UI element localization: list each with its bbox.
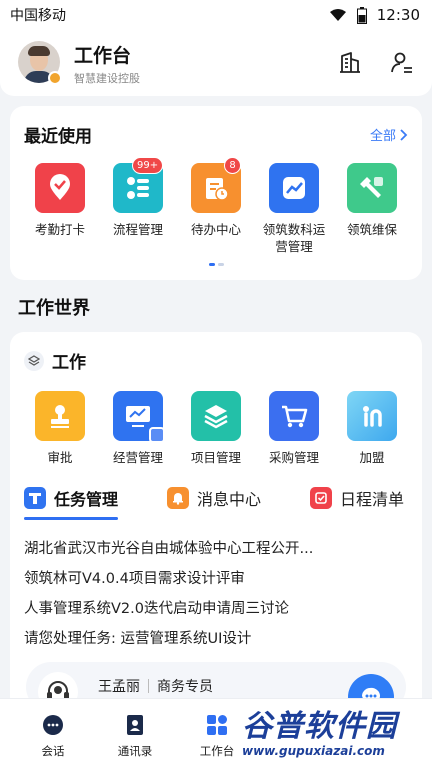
header: 工作台 智慧建设控股 bbox=[0, 30, 432, 96]
app-label: 审批 bbox=[47, 450, 73, 465]
app-label: 流程管理 bbox=[112, 222, 163, 237]
layers-small-icon bbox=[24, 350, 44, 371]
user-settings-icon[interactable] bbox=[390, 51, 414, 75]
monitor-chart-icon bbox=[113, 391, 165, 443]
app-label: 加盟 bbox=[359, 450, 385, 465]
app-operations[interactable]: 领筑数科运营管理 bbox=[258, 163, 330, 255]
wrench-icon bbox=[347, 163, 397, 213]
task-item[interactable]: 请您处理任务: 运营管理系统UI设计 bbox=[24, 624, 408, 654]
tab-label: 消息中心 bbox=[196, 490, 261, 509]
org-name: 智慧建设控股 bbox=[74, 71, 140, 85]
clock: 12:30 bbox=[376, 6, 420, 24]
org-badge-icon bbox=[48, 71, 62, 85]
nav-label: 工作台 bbox=[199, 744, 235, 758]
task-item[interactable]: 领筑林可V4.0.4项目需求设计评审 bbox=[24, 564, 408, 594]
tab-tasks[interactable]: 任务管理 bbox=[24, 486, 119, 520]
carrier-label: 中国移动 bbox=[10, 8, 66, 24]
task-item[interactable]: 湖北省武汉市光谷自由城体验中心工程公开... bbox=[24, 534, 408, 564]
app-todo[interactable]: 8 待办中心 bbox=[180, 157, 252, 255]
recent-title: 最近使用 bbox=[24, 127, 92, 147]
page-indicator bbox=[24, 263, 408, 266]
tab-label: 日程清单 bbox=[339, 490, 404, 509]
app-label: 项目管理 bbox=[190, 450, 241, 465]
recent-apps-card: 最近使用 全部 考勤打卡 99+ 流程管理 8 待办中心 领筑数科运营管理 领筑… bbox=[10, 106, 422, 280]
section-title: 工作世界 bbox=[18, 298, 90, 319]
tab-label: 任务管理 bbox=[54, 490, 119, 509]
group-mini-icon bbox=[149, 427, 165, 443]
task-icon bbox=[24, 487, 46, 509]
bell-icon bbox=[166, 487, 189, 509]
app-attendance[interactable]: 考勤打卡 bbox=[24, 163, 96, 255]
app-maintenance[interactable]: 领筑维保 bbox=[336, 163, 408, 255]
cart-icon bbox=[269, 391, 319, 441]
view-all-link[interactable]: 全部 bbox=[370, 125, 408, 144]
chevron-right-icon bbox=[400, 128, 408, 141]
app-join[interactable]: 加盟 bbox=[336, 391, 408, 466]
task-list: 湖北省武汉市光谷自由城体验中心工程公开... 领筑林可V4.0.4项目需求设计评… bbox=[24, 534, 408, 654]
app-label: 领筑维保 bbox=[346, 222, 397, 237]
view-all-label: 全部 bbox=[369, 129, 396, 144]
nav-contacts[interactable]: 通讯录 bbox=[94, 699, 176, 768]
divider bbox=[148, 679, 149, 693]
building-switch-icon[interactable] bbox=[338, 51, 362, 75]
join-icon bbox=[347, 391, 397, 441]
unread-badge: 8 bbox=[224, 157, 241, 174]
site-watermark: 谷普软件园 www.gupuxiazai.com bbox=[236, 700, 432, 768]
work-section-title: 工作 bbox=[52, 353, 86, 373]
nav-label: 通讯录 bbox=[117, 744, 153, 758]
app-project[interactable]: 项目管理 bbox=[180, 391, 252, 466]
page-title: 工作台 bbox=[74, 44, 132, 67]
avatar[interactable] bbox=[18, 41, 62, 85]
contact-role: 商务专员 bbox=[157, 679, 213, 695]
app-business[interactable]: 经营管理 bbox=[102, 391, 174, 466]
status-icons: 12:30 bbox=[329, 6, 420, 24]
workbench-icon bbox=[207, 715, 227, 735]
chat-icon bbox=[43, 715, 63, 735]
layers-icon bbox=[191, 391, 241, 441]
stamp-icon bbox=[35, 391, 85, 441]
app-label: 采购管理 bbox=[268, 450, 319, 465]
tab-messages[interactable]: 消息中心 bbox=[166, 486, 261, 520]
app-label: 考勤打卡 bbox=[34, 222, 85, 237]
nav-label: 会话 bbox=[41, 744, 65, 758]
calendar-check-icon bbox=[309, 487, 332, 509]
status-bar: 中国移动 12:30 bbox=[0, 0, 432, 30]
wifi-icon bbox=[329, 9, 346, 21]
app-label: 待办中心 bbox=[190, 222, 241, 237]
app-label: 经营管理 bbox=[112, 450, 163, 465]
nav-chat[interactable]: 会话 bbox=[12, 699, 94, 768]
app-label: 领筑数科运营管理 bbox=[262, 222, 326, 254]
task-item[interactable]: 人事管理系统V2.0迭代启动申请周三讨论 bbox=[24, 594, 408, 624]
app-flow[interactable]: 99+ 流程管理 bbox=[102, 157, 174, 255]
app-approval[interactable]: 审批 bbox=[24, 391, 96, 466]
battery-icon bbox=[356, 6, 367, 24]
contact-name: 王孟丽 bbox=[98, 679, 140, 695]
task-tabs: 任务管理 消息中心 日程清单 bbox=[24, 486, 408, 520]
tab-schedule[interactable]: 日程清单 bbox=[309, 486, 404, 520]
chart-icon bbox=[269, 163, 319, 213]
watermark-url: www.gupuxiazai.com bbox=[242, 744, 385, 758]
contacts-icon bbox=[127, 715, 143, 735]
watermark-main: 谷普软件园 bbox=[242, 709, 397, 744]
app-purchase[interactable]: 采购管理 bbox=[258, 391, 330, 466]
location-check-icon bbox=[35, 163, 85, 213]
unread-badge: 99+ bbox=[132, 157, 164, 174]
